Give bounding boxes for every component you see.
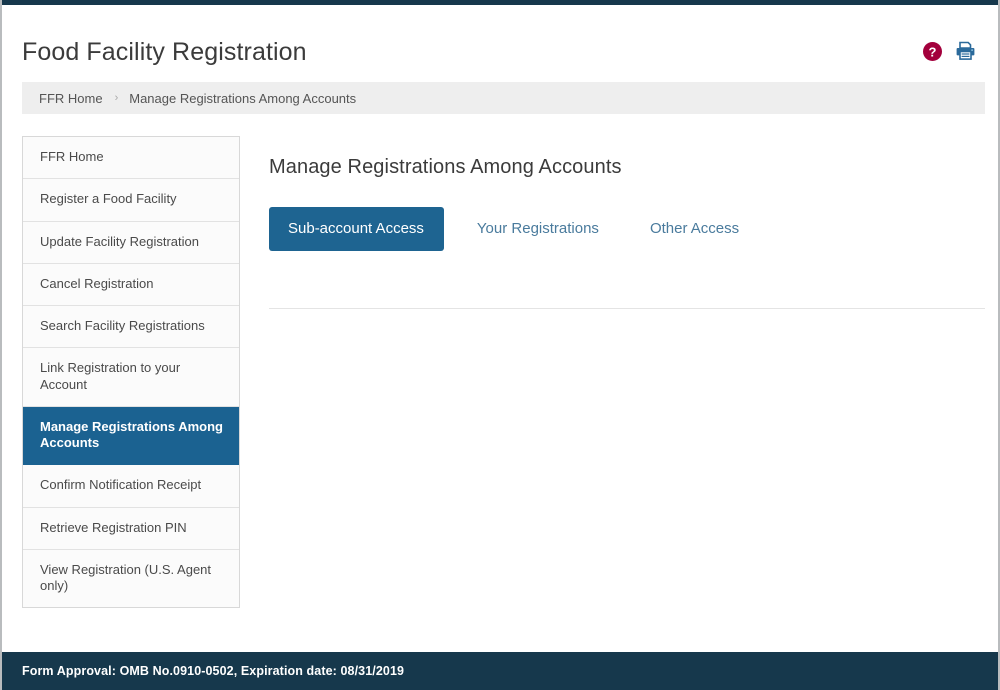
content-heading: Manage Registrations Among Accounts [269, 156, 622, 178]
sidebar-item-7[interactable]: Confirm Notification Receipt [23, 465, 239, 508]
page-footer: Form Approval: OMB No.0910-0502, Expirat… [2, 652, 998, 690]
breadcrumb-current-page: Manage Registrations Among Accounts [129, 90, 357, 106]
sidebar-item-1[interactable]: Register a Food Facility [23, 179, 239, 222]
page-title: Food Facility Registration [22, 38, 307, 66]
tab-1[interactable]: Your Registrations [459, 207, 617, 251]
sidebar-item-5[interactable]: Link Registration to your Account [23, 348, 239, 407]
sidebar-item-3[interactable]: Cancel Registration [23, 263, 239, 306]
tab-0[interactable]: Sub-account Access [269, 207, 444, 251]
sidebar-item-6[interactable]: Manage Registrations Among Accounts [23, 406, 239, 466]
tab-bar: Sub-account Access Your Registrations Othe… [269, 207, 985, 251]
tab-panel-sub-account-access [269, 251, 985, 261]
tab-2[interactable]: Other Access [632, 207, 757, 251]
svg-text:?: ? [929, 44, 937, 59]
breadcrumb-link-ffr-home[interactable]: FFR Home [39, 91, 103, 106]
application-window: Food Facility Registration ? FFR Home › … [0, 0, 1000, 690]
sidebar-item-9[interactable]: View Registration (U.S. Agent only) [23, 549, 239, 608]
content-divider [269, 308, 985, 309]
sidebar-navigation: FFR Home Register a Food Facility Update F… [22, 136, 240, 609]
sidebar-item-8[interactable]: Retrieve Registration PIN [23, 507, 239, 550]
breadcrumb: FFR Home › Manage Registrations Among Ac… [22, 82, 985, 114]
main-content: Manage Registrations Among Accounts Sub-… [269, 136, 985, 309]
header-icon-group: ? [923, 41, 976, 61]
help-circle-icon[interactable]: ? [923, 41, 942, 61]
sidebar-item-0[interactable]: FFR Home [23, 137, 239, 180]
sidebar-item-4[interactable]: Search Facility Registrations [23, 306, 239, 349]
chevron-right-icon: › [114, 91, 119, 104]
page-header: Food Facility Registration ? [2, 5, 998, 77]
printer-icon[interactable] [955, 41, 976, 61]
footer-form-approval-text: Form Approval: OMB No.0910-0502, Expirat… [22, 664, 405, 678]
sidebar-item-2[interactable]: Update Facility Registration [23, 221, 239, 264]
